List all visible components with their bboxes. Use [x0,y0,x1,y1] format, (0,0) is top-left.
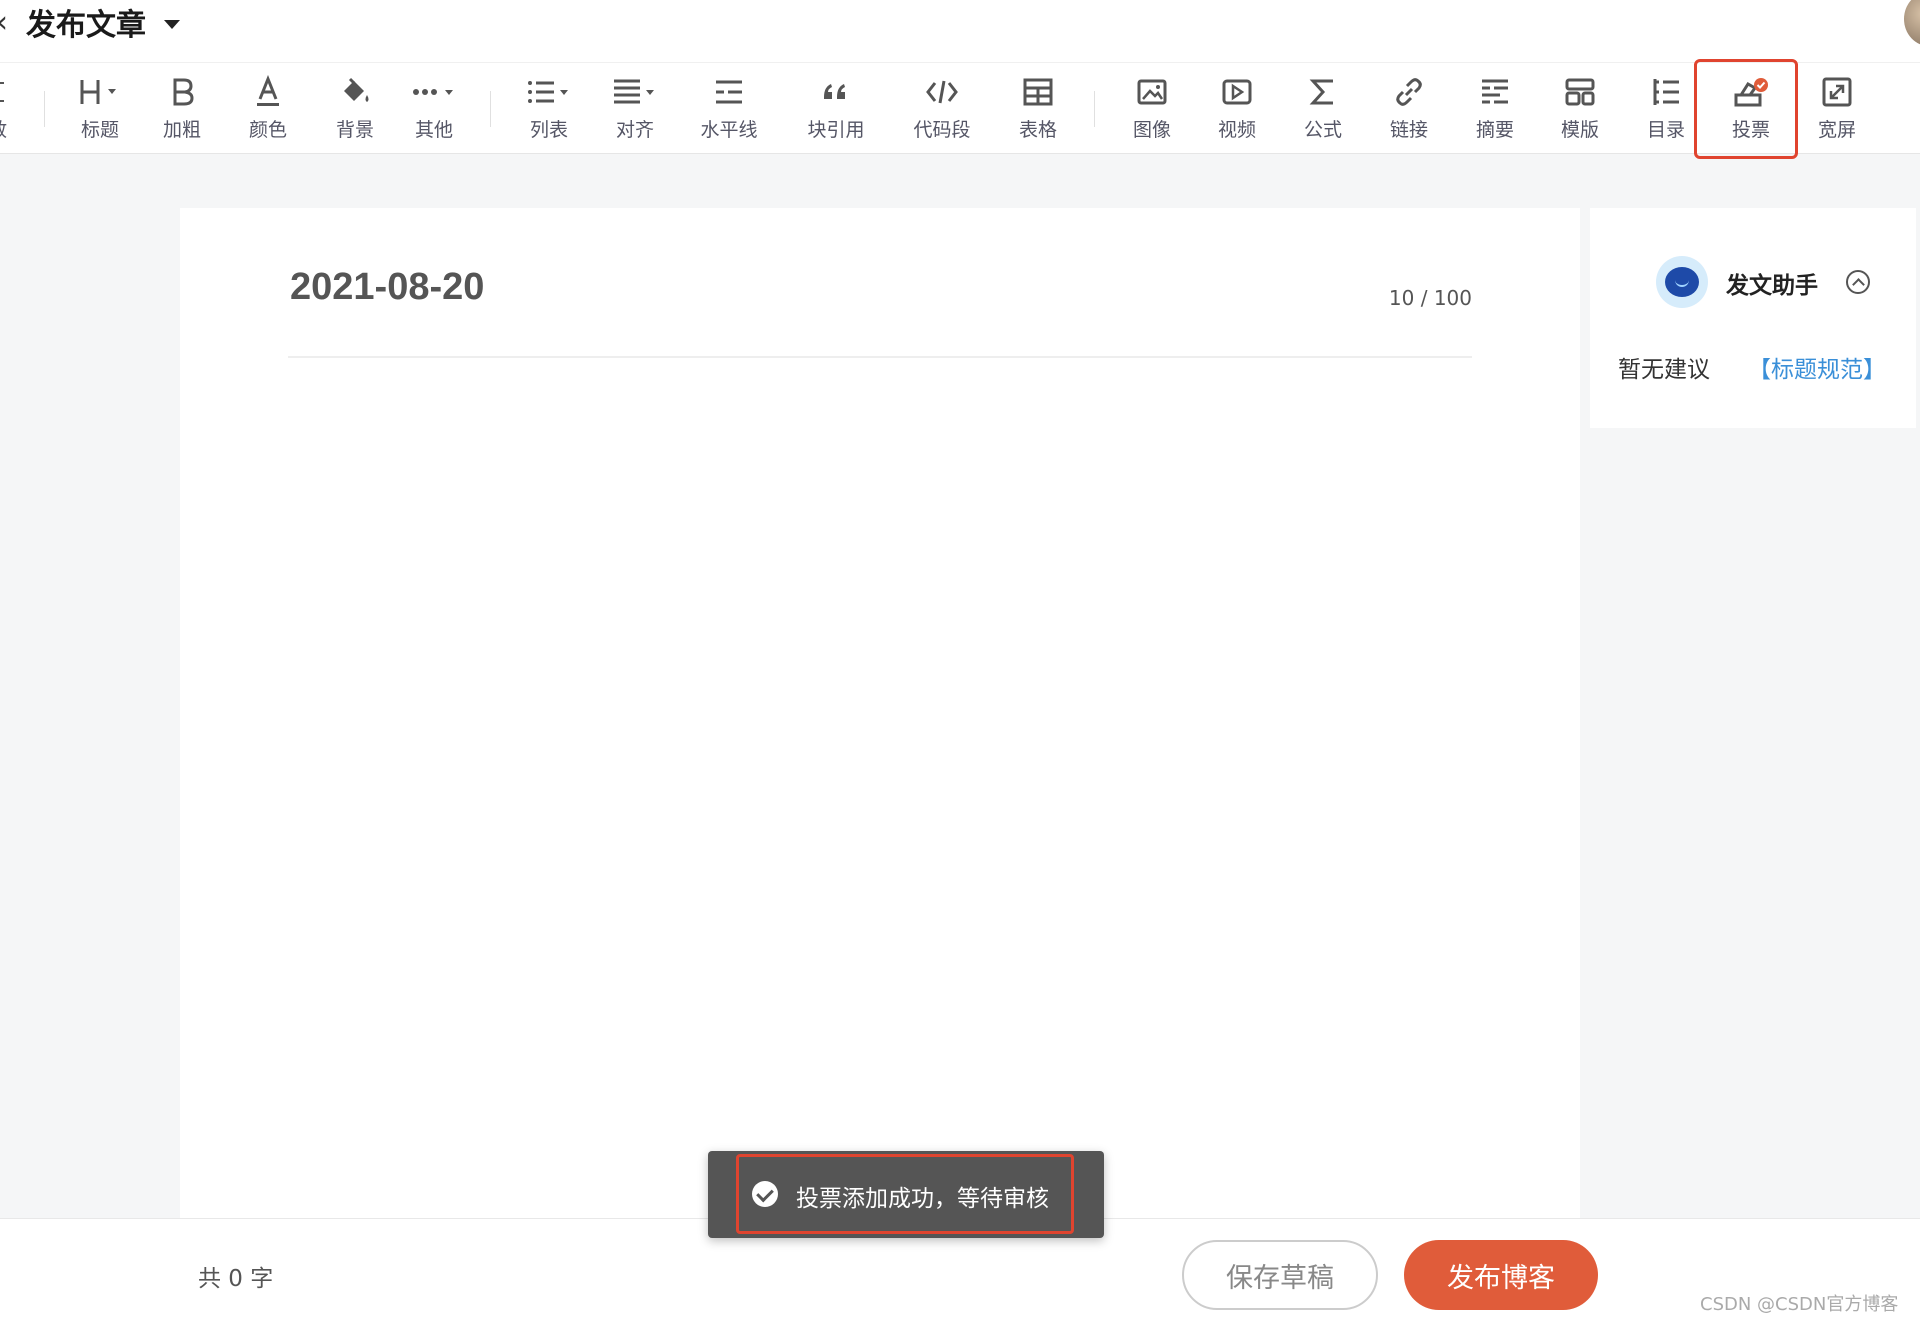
assistant-logo-icon [1656,256,1708,308]
toolbar-item-label: 宽屏 [1817,119,1856,141]
link-icon [1392,73,1426,111]
toolbar-item-summary[interactable]: 摘要 [1452,73,1538,145]
toolbar-item-label: 表格 [1018,119,1057,141]
align-icon [610,73,660,111]
toolbar-item-label: 摘要 [1475,119,1514,141]
table-icon [1021,73,1055,111]
article-title-input[interactable]: 2021-08-20 [290,266,484,309]
toolbar-item-label: 敢 [0,115,7,142]
toolbar-item-label: 对齐 [615,119,654,141]
heading-icon [76,73,124,111]
toolbar-item-image[interactable]: 图像 [1109,73,1195,145]
toolbar-item-horizontal-rule[interactable]: 水平线 [686,73,772,145]
toolbar-separator [1094,91,1095,127]
background-color-icon [338,73,372,111]
toolbar-item-heading[interactable]: 标题 [57,73,143,145]
toolbar-separator [44,91,45,127]
no-suggestion-text: 暂无建议 [1618,357,1710,383]
toolbar-item-label: 模版 [1560,119,1599,141]
editor-panel: 2021-08-20 10 / 100 [180,208,1580,1218]
toolbar-item-label: 水平线 [700,119,758,141]
title-divider [288,356,1472,358]
publish-button[interactable]: 发布博客 [1404,1240,1598,1310]
summary-icon [1478,73,1512,111]
horizontal-rule-icon [712,73,746,111]
collapse-icon[interactable] [1846,270,1870,294]
toolbar-item-label: 背景 [335,119,374,141]
more-icon [409,73,459,111]
partial-icon [0,73,20,111]
page-title: 发布文章 [26,8,146,43]
toolbar-item-label: 链接 [1389,119,1428,141]
widescreen-icon [1820,73,1854,111]
template-icon [1563,73,1597,111]
font-color-icon [253,73,283,111]
word-count: 共 0 字 [198,1266,274,1292]
toolbar-item-background[interactable]: 背景 [312,73,398,145]
toolbar-item-table[interactable]: 表格 [995,73,1081,145]
toolbar-item-video[interactable]: 视频 [1194,73,1280,145]
toolbar-item-code[interactable]: 代码段 [899,73,985,145]
video-icon [1220,73,1254,111]
toolbar-item-widescreen[interactable]: 宽屏 [1794,73,1880,145]
bold-icon [167,73,197,111]
toolbar-item-color[interactable]: 颜色 [225,73,311,145]
editor-toolbar: 敢 标题 加粗 颜色 背景 其他 [0,62,1920,154]
formula-icon [1306,73,1340,111]
toolbar-item-label: 加粗 [162,119,201,141]
toolbar-item-label: 其他 [414,119,453,141]
toolbar-item-more[interactable]: 其他 [391,73,477,145]
toc-icon [1649,73,1683,111]
toolbar-item-label: 标题 [80,119,119,141]
check-circle-icon [752,1181,778,1207]
toolbar-item-quote[interactable]: 块引用 [793,73,879,145]
toolbar-item-label: 目录 [1646,119,1685,141]
toolbar-item-label: 列表 [529,119,568,141]
toolbar-item-template[interactable]: 模版 [1537,73,1623,145]
toolbar-item-formula[interactable]: 公式 [1280,73,1366,145]
toolbar-item-label: 视频 [1217,119,1256,141]
toolbar-separator [490,91,491,127]
page-title-dropdown[interactable]: 发布文章 [26,0,180,44]
image-icon [1135,73,1169,111]
avatar[interactable] [1904,0,1920,46]
toolbar-item-align[interactable]: 对齐 [592,73,678,145]
title-char-counter: 10 / 100 [1388,286,1472,310]
save-draft-button[interactable]: 保存草稿 [1182,1240,1378,1310]
quote-icon [819,73,853,111]
toolbar-item-bold[interactable]: 加粗 [139,73,225,145]
toolbar-item-label: 图像 [1132,119,1171,141]
toolbar-item-label: 块引用 [807,119,865,141]
toolbar-item-label: 代码段 [913,119,971,141]
list-icon [524,73,574,111]
back-icon[interactable]: ‹ [0,8,8,38]
top-header: ‹ 发布文章 [0,0,1920,62]
title-guidelines-link[interactable]: 【标题规范】 [1748,350,1886,384]
watermark: CSDN @CSDN官方博客 [1700,1294,1899,1315]
toast-message: 投票添加成功，等待审核 [796,1186,1049,1212]
chevron-down-icon [164,19,180,29]
toolbar-item-list[interactable]: 列表 [506,73,592,145]
toolbar-item-label: 颜色 [248,119,287,141]
vote-highlight-frame [1694,59,1798,159]
toolbar-item-link[interactable]: 链接 [1366,73,1452,145]
assistant-title: 发文助手 [1726,273,1818,299]
toolbar-item-partial[interactable]: 敢 [0,73,20,145]
writing-assistant-panel: 发文助手 暂无建议 【标题规范】 [1590,208,1916,428]
toolbar-item-label: 公式 [1303,119,1342,141]
success-toast: 投票添加成功，等待审核 [708,1151,1104,1238]
code-icon [925,73,959,111]
